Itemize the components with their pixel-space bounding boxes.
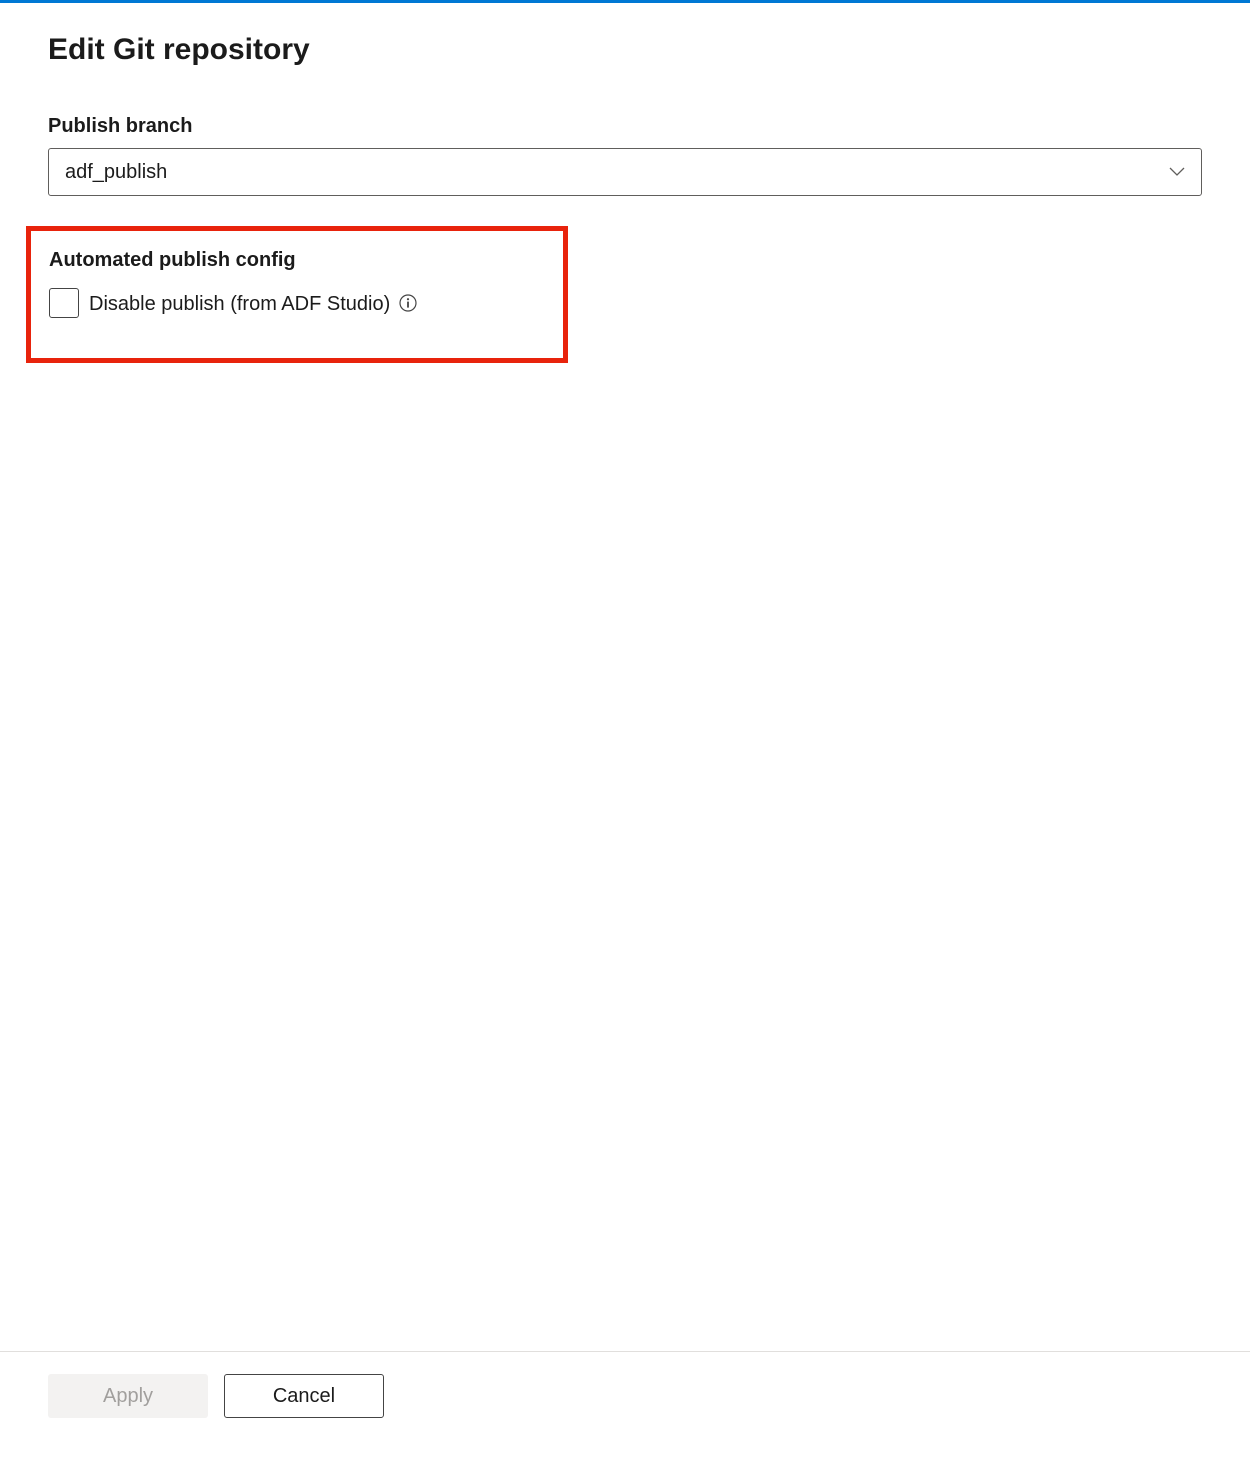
publish-branch-label: Publish branch bbox=[48, 115, 1202, 138]
cancel-button[interactable]: Cancel bbox=[224, 1374, 384, 1418]
disable-publish-checkbox[interactable] bbox=[49, 288, 79, 318]
disable-publish-label: Disable publish (from ADF Studio) bbox=[89, 291, 418, 316]
disable-publish-row: Disable publish (from ADF Studio) bbox=[49, 288, 545, 318]
footer-actions: Apply Cancel bbox=[0, 1351, 1250, 1478]
automated-publish-label: Automated publish config bbox=[49, 249, 545, 272]
publish-branch-value: adf_publish bbox=[65, 161, 167, 184]
apply-button[interactable]: Apply bbox=[48, 1374, 208, 1418]
publish-branch-dropdown[interactable]: adf_publish bbox=[48, 148, 1202, 196]
automated-publish-highlight: Automated publish config Disable publish… bbox=[26, 226, 568, 363]
page-title: Edit Git repository bbox=[48, 33, 1202, 67]
chevron-down-icon bbox=[1169, 164, 1185, 180]
info-icon[interactable] bbox=[398, 293, 418, 313]
publish-branch-field: Publish branch adf_publish bbox=[48, 115, 1202, 196]
